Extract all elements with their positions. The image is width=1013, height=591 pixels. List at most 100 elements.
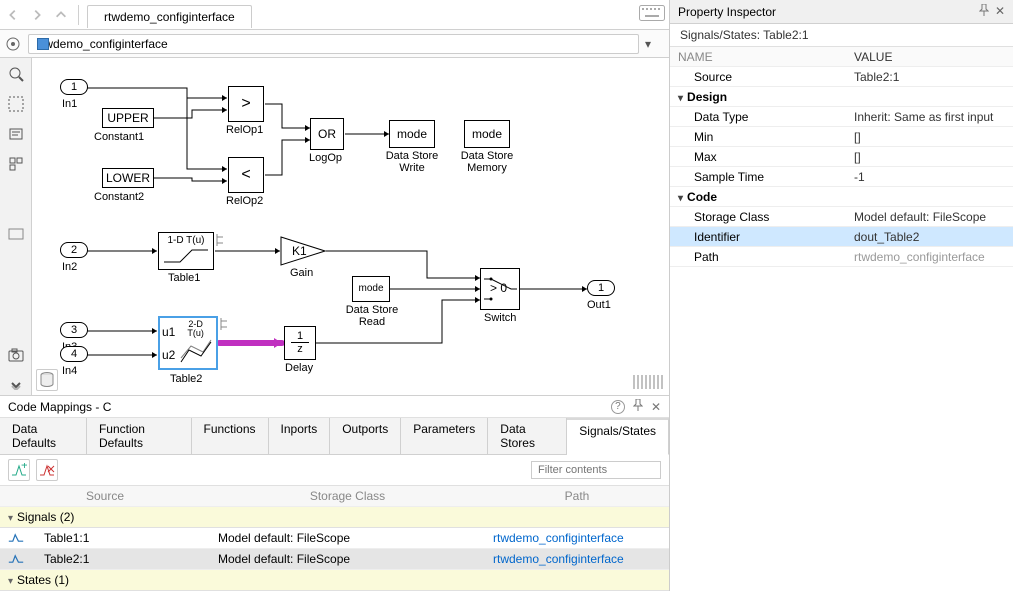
zoom-icon[interactable] (6, 64, 26, 84)
cm-group[interactable]: ▾Signals (2) (0, 507, 669, 528)
pi-prop-name: Path (670, 248, 848, 266)
inport-2[interactable]: 2 (60, 242, 88, 258)
inport-4-label: In4 (62, 365, 77, 377)
database-icon[interactable] (36, 369, 58, 391)
delay-den: z (285, 343, 315, 355)
outport-1[interactable]: 1 (587, 280, 615, 296)
cm-sc: Model default: FileScope (210, 528, 485, 548)
pi-prop-name: Identifier (670, 228, 848, 246)
col-source: Source (0, 486, 210, 506)
filter-input[interactable] (531, 461, 661, 479)
pi-prop-value[interactable]: dout_Table2 (848, 228, 1013, 246)
pi-row[interactable]: Min[] (670, 127, 1013, 147)
delay[interactable]: 1 z (284, 326, 316, 360)
svg-text:K1: K1 (292, 244, 307, 258)
cm-tab-parameters[interactable]: Parameters (401, 418, 488, 454)
pi-section[interactable]: ▾Design (670, 87, 1013, 107)
pi-row[interactable]: Identifierdout_Table2 (670, 227, 1013, 247)
cm-tab-data-defaults[interactable]: Data Defaults (0, 418, 87, 454)
close-icon[interactable]: ✕ (995, 4, 1005, 19)
cm-tab-signals-states[interactable]: Signals/States (567, 418, 669, 455)
pi-prop-name: Sample Time (670, 168, 848, 186)
pi-prop-value[interactable]: Model default: FileScope (848, 208, 1013, 226)
data-store-read[interactable]: mode (352, 276, 390, 302)
model-canvas[interactable]: 1 In1 UPPER Constant1 LOWER Constant2 > … (32, 58, 669, 395)
pi-prop-value[interactable]: [] (848, 128, 1013, 146)
cm-tabs: Data DefaultsFunction DefaultsFunctionsI… (0, 418, 669, 455)
pin-icon[interactable] (633, 399, 643, 414)
logop-label: LogOp (309, 152, 342, 164)
cm-tab-outports[interactable]: Outports (330, 418, 401, 454)
cm-group[interactable]: ▾States (1) (0, 570, 669, 591)
cm-tab-data-stores[interactable]: Data Stores (488, 418, 567, 454)
breadcrumb-tab[interactable]: rtwdemo_configinterface (87, 5, 252, 28)
dsm-label: Data Store Memory (457, 150, 517, 174)
cm-row[interactable]: Table2:1Model default: FileScopertwdemo_… (0, 549, 669, 570)
constant1-label: Constant1 (94, 131, 144, 143)
logop[interactable]: OR (310, 118, 344, 150)
pi-row[interactable]: Pathrtwdemo_configinterface (670, 247, 1013, 267)
pi-row[interactable]: Data TypeInherit: Same as first input (670, 107, 1013, 127)
pi-row[interactable]: Max[] (670, 147, 1013, 167)
target-icon[interactable] (4, 35, 22, 53)
path-dropdown[interactable]: ▾ (645, 37, 665, 51)
cm-row[interactable]: Table1:1Model default: FileScopertwdemo_… (0, 528, 669, 549)
close-icon[interactable]: ✕ (651, 400, 661, 414)
inport-4[interactable]: 4 (60, 346, 88, 362)
fit-icon[interactable] (6, 94, 26, 114)
pi-prop-value[interactable]: [] (848, 148, 1013, 166)
svg-text:+: + (21, 463, 27, 472)
pi-section[interactable]: ▾Code (670, 187, 1013, 207)
table1-label: Table1 (168, 272, 200, 284)
remove-signal-button[interactable] (36, 459, 58, 481)
pi-prop-value[interactable]: rtwdemo_configinterface (848, 248, 1013, 266)
add-signal-button[interactable]: + (8, 459, 30, 481)
constant-upper[interactable]: UPPER (102, 108, 154, 128)
pi-prop-name: Max (670, 148, 848, 166)
gain[interactable]: K1 (280, 236, 326, 269)
more-icon[interactable] (6, 375, 26, 395)
switch[interactable]: > 0 (480, 268, 520, 310)
pi-row[interactable]: Sample Time-1 (670, 167, 1013, 187)
keyboard-icon[interactable] (639, 5, 665, 24)
help-icon[interactable]: ? (611, 400, 625, 414)
badge-icon (215, 234, 225, 246)
cm-tab-function-defaults[interactable]: Function Defaults (87, 418, 192, 454)
inport-3[interactable]: 3 (60, 322, 88, 338)
constant-lower[interactable]: LOWER (102, 168, 154, 188)
inport-1[interactable]: 1 (60, 79, 88, 95)
table2-u2: u2 (162, 348, 175, 362)
pi-row[interactable]: Storage ClassModel default: FileScope (670, 207, 1013, 227)
pi-prop-value[interactable]: Table2:1 (848, 68, 1013, 86)
annotation-icon[interactable] (6, 124, 26, 144)
relop1[interactable]: > (228, 86, 264, 122)
library-icon[interactable] (6, 154, 26, 174)
relop2[interactable]: < (228, 157, 264, 193)
cm-path[interactable]: rtwdemo_configinterface (485, 549, 669, 569)
table2[interactable]: u1 u2 2-D T(u) (158, 316, 218, 370)
inport-2-label: In2 (62, 261, 77, 273)
forward-button[interactable] (28, 6, 46, 24)
table1[interactable]: 1-D T(u) (158, 232, 214, 270)
block-palette-icon[interactable] (6, 224, 26, 244)
table2-label: Table2 (170, 373, 202, 385)
pi-prop-value[interactable]: Inherit: Same as first input (848, 108, 1013, 126)
cm-title: Code Mappings - C (8, 400, 111, 414)
model-path[interactable]: rtwdemo_configinterface (28, 34, 639, 54)
relop2-label: RelOp2 (226, 195, 263, 207)
data-store-memory[interactable]: mode (464, 120, 510, 148)
cm-tab-functions[interactable]: Functions (192, 418, 269, 454)
pi-subtitle: Signals/States: Table2:1 (670, 24, 1013, 47)
col-storage: Storage Class (210, 486, 485, 506)
top-toolbar: rtwdemo_configinterface (0, 0, 669, 30)
data-store-write[interactable]: mode (389, 120, 435, 148)
back-button[interactable] (4, 6, 22, 24)
cm-tab-inports[interactable]: Inports (269, 418, 331, 454)
pin-icon[interactable] (979, 4, 989, 19)
camera-icon[interactable] (6, 345, 26, 365)
cm-path[interactable]: rtwdemo_configinterface (485, 528, 669, 548)
pi-row[interactable]: SourceTable2:1 (670, 67, 1013, 87)
pi-prop-value[interactable]: -1 (848, 168, 1013, 186)
model-icon (37, 38, 49, 50)
up-button[interactable] (52, 6, 70, 24)
